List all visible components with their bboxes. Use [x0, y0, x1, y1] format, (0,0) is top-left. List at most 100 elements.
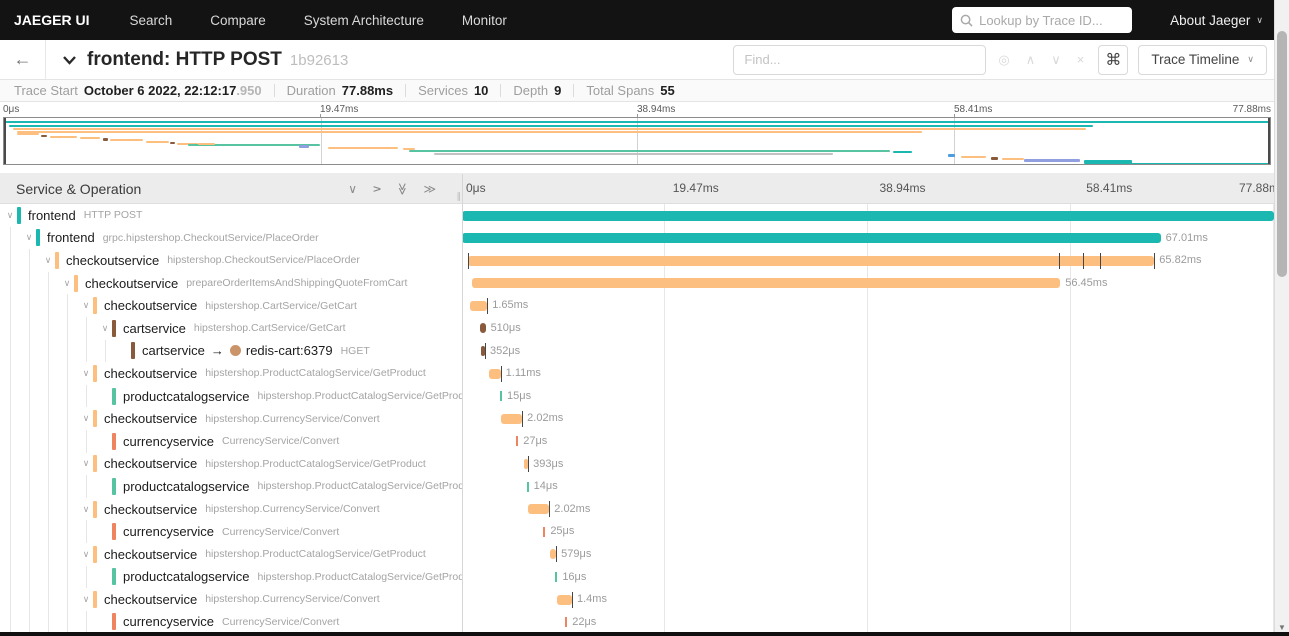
scrollbar-thumb[interactable] — [1277, 31, 1287, 277]
span-bar[interactable] — [526, 481, 529, 492]
keyboard-shortcuts-button[interactable]: ⌘ — [1098, 44, 1129, 75]
span-bar[interactable] — [462, 210, 1274, 221]
span-bar-cell[interactable]: 510μs — [462, 317, 1289, 340]
span-bar[interactable] — [470, 300, 488, 311]
span-bar[interactable] — [467, 255, 1155, 266]
span-bar[interactable] — [489, 368, 501, 379]
span-chevron-icon[interactable]: ∨ — [79, 458, 93, 469]
span-name-cell[interactable]: ∨productcatalogservicehipstershop.Produc… — [0, 475, 462, 498]
span-bar[interactable] — [543, 526, 546, 537]
span-row[interactable]: ∨ checkoutservice hipstershop.CheckoutServ… — [0, 249, 1289, 272]
span-bar[interactable] — [557, 594, 572, 605]
span-chevron-icon[interactable]: ∨ — [79, 504, 93, 515]
span-name-cell[interactable]: ∨productcatalogservicehipstershop.Produc… — [0, 565, 462, 589]
trace-lookup-box[interactable] — [952, 7, 1133, 33]
span-bar-cell[interactable]: 1.65ms — [462, 294, 1289, 317]
span-row[interactable]: ∨ checkoutservice hipstershop.CurrencyServ… — [0, 497, 1289, 521]
span-bar-cell[interactable]: 67.01ms — [462, 227, 1289, 250]
span-name-cell[interactable]: ∨ checkoutservice hipstershop.ProductCatal… — [0, 542, 462, 566]
span-name-cell[interactable]: ∨ frontend grpc.hipstershop.CheckoutServic… — [0, 226, 462, 250]
span-chevron-icon[interactable]: ∨ — [22, 232, 36, 243]
span-row[interactable]: ∨currencyserviceCurrencyService/Convert2… — [0, 429, 1289, 453]
span-name-cell[interactable]: ∨ checkoutservice hipstershop.CurrencyServ… — [0, 588, 462, 611]
span-bar[interactable] — [471, 278, 1061, 289]
span-name-cell[interactable]: ∨ frontend HTTP POST — [0, 204, 462, 227]
trace-view-selector[interactable]: Trace Timeline ∨ — [1138, 44, 1267, 75]
span-bar-cell[interactable]: 25μs — [462, 520, 1289, 543]
span-name-cell[interactable]: ∨ checkoutservice prepareOrderItemsAndShip… — [0, 271, 462, 295]
collapse-one-icon[interactable]: ∨ — [348, 182, 357, 196]
span-chevron-icon[interactable]: ∨ — [60, 278, 74, 289]
span-row[interactable]: ∨productcatalogservicehipstershop.Produc… — [0, 565, 1289, 589]
span-bar-cell[interactable]: 15μs — [462, 385, 1289, 408]
span-bar-cell[interactable]: 16μs — [462, 566, 1289, 589]
span-bar-cell[interactable] — [462, 204, 1289, 227]
span-name-cell[interactable]: ∨currencyserviceCurrencyService/Convert — [0, 610, 462, 634]
span-name-cell[interactable]: ∨ checkoutservice hipstershop.CheckoutServ… — [0, 249, 462, 272]
expand-one-icon[interactable]: ∨ — [369, 184, 383, 193]
about-jaeger-menu[interactable]: About Jaeger ∨ — [1170, 13, 1263, 28]
span-bar-cell[interactable]: 27μs — [462, 430, 1289, 453]
collapse-trace-detail-button[interactable] — [62, 55, 77, 65]
prev-match-icon[interactable]: ∧ — [1026, 52, 1036, 68]
span-bar-cell[interactable]: 1.11ms — [462, 362, 1289, 385]
minimap-drag-handle-right[interactable] — [1268, 118, 1270, 164]
span-row[interactable]: ∨ cartservice hipstershop.CartService/GetC… — [0, 316, 1289, 340]
span-chevron-icon[interactable]: ∨ — [3, 210, 17, 221]
span-chevron-icon[interactable]: ∨ — [79, 594, 93, 605]
span-name-cell[interactable]: ∨ cartservice hipstershop.CartService/GetC… — [0, 316, 462, 340]
next-match-icon[interactable]: ∨ — [1051, 52, 1061, 68]
nav-item-search[interactable]: Search — [129, 13, 172, 28]
span-bar-cell[interactable]: 2.02ms — [462, 407, 1289, 430]
column-divider[interactable] — [462, 174, 463, 636]
span-row[interactable]: ∨currencyserviceCurrencyService/Convert2… — [0, 610, 1289, 634]
span-bar[interactable] — [528, 504, 550, 515]
span-name-cell[interactable]: ∨productcatalogservicehipstershop.Produc… — [0, 384, 462, 408]
span-row[interactable]: ∨ checkoutservice hipstershop.ProductCatal… — [0, 362, 1289, 385]
span-row[interactable]: ∨cartservice→redis-cart:6379HGET352μs — [0, 339, 1289, 363]
span-name-cell[interactable]: ∨ checkoutservice hipstershop.ProductCatal… — [0, 362, 462, 385]
span-bar-cell[interactable]: 579μs — [462, 543, 1289, 566]
nav-item-compare[interactable]: Compare — [210, 13, 266, 28]
span-row[interactable]: ∨ checkoutservice hipstershop.CartService/… — [0, 294, 1289, 317]
column-resizer[interactable]: ∥ — [457, 191, 461, 202]
span-row[interactable]: ∨ checkoutservice hipstershop.ProductCatal… — [0, 542, 1289, 566]
nav-item-monitor[interactable]: Monitor — [462, 13, 507, 28]
span-row[interactable]: ∨currencyserviceCurrencyService/Convert2… — [0, 520, 1289, 543]
scrollbar-down-arrow-icon[interactable]: ▼ — [1275, 623, 1289, 632]
collapse-all-icon[interactable]: ≫ — [395, 182, 409, 195]
span-chevron-icon[interactable]: ∨ — [79, 549, 93, 560]
vertical-scrollbar[interactable]: ▼ — [1274, 0, 1289, 636]
span-bar-cell[interactable]: 56.45ms — [462, 272, 1289, 295]
span-bar-cell[interactable]: 352μs — [462, 340, 1289, 363]
span-chevron-icon[interactable]: ∨ — [79, 413, 93, 424]
span-bar[interactable] — [555, 572, 558, 582]
focus-match-icon[interactable]: ◎ — [998, 52, 1009, 68]
span-name-cell[interactable]: ∨cartservice→redis-cart:6379HGET — [0, 339, 462, 363]
span-bar[interactable] — [501, 413, 523, 424]
trace-lookup-input[interactable] — [979, 12, 1125, 28]
span-bar[interactable] — [480, 323, 486, 334]
span-chevron-icon[interactable]: ∨ — [79, 300, 93, 311]
clear-find-icon[interactable]: × — [1077, 52, 1085, 67]
span-row[interactable]: ∨productcatalogservicehipstershop.Produc… — [0, 475, 1289, 498]
span-row[interactable]: ∨productcatalogservicehipstershop.Produc… — [0, 384, 1289, 408]
brand-logo[interactable]: JAEGER UI — [14, 12, 89, 28]
span-bar[interactable] — [500, 391, 503, 402]
span-name-cell[interactable]: ∨currencyserviceCurrencyService/Convert — [0, 429, 462, 453]
span-bar-cell[interactable]: 65.82ms — [462, 249, 1289, 272]
span-row[interactable]: ∨ checkoutservice hipstershop.ProductCatal… — [0, 452, 1289, 476]
span-row[interactable]: ∨ frontend HTTP POST — [0, 204, 1289, 227]
nav-item-system-architecture[interactable]: System Architecture — [304, 13, 424, 28]
span-bar[interactable] — [462, 233, 1161, 244]
minimap-drag-handle-left[interactable] — [4, 118, 6, 164]
span-name-cell[interactable]: ∨currencyserviceCurrencyService/Convert — [0, 520, 462, 543]
span-name-cell[interactable]: ∨ checkoutservice hipstershop.ProductCatal… — [0, 452, 462, 476]
span-chevron-icon[interactable]: ∨ — [79, 368, 93, 379]
span-bar-cell[interactable]: 14μs — [462, 475, 1289, 498]
span-row[interactable]: ∨ checkoutservice hipstershop.CurrencyServ… — [0, 407, 1289, 430]
minimap-canvas[interactable] — [3, 117, 1271, 165]
span-row[interactable]: ∨ checkoutservice prepareOrderItemsAndShip… — [0, 271, 1289, 295]
span-name-cell[interactable]: ∨ checkoutservice hipstershop.CartService/… — [0, 294, 462, 317]
span-chevron-icon[interactable]: ∨ — [41, 255, 55, 266]
